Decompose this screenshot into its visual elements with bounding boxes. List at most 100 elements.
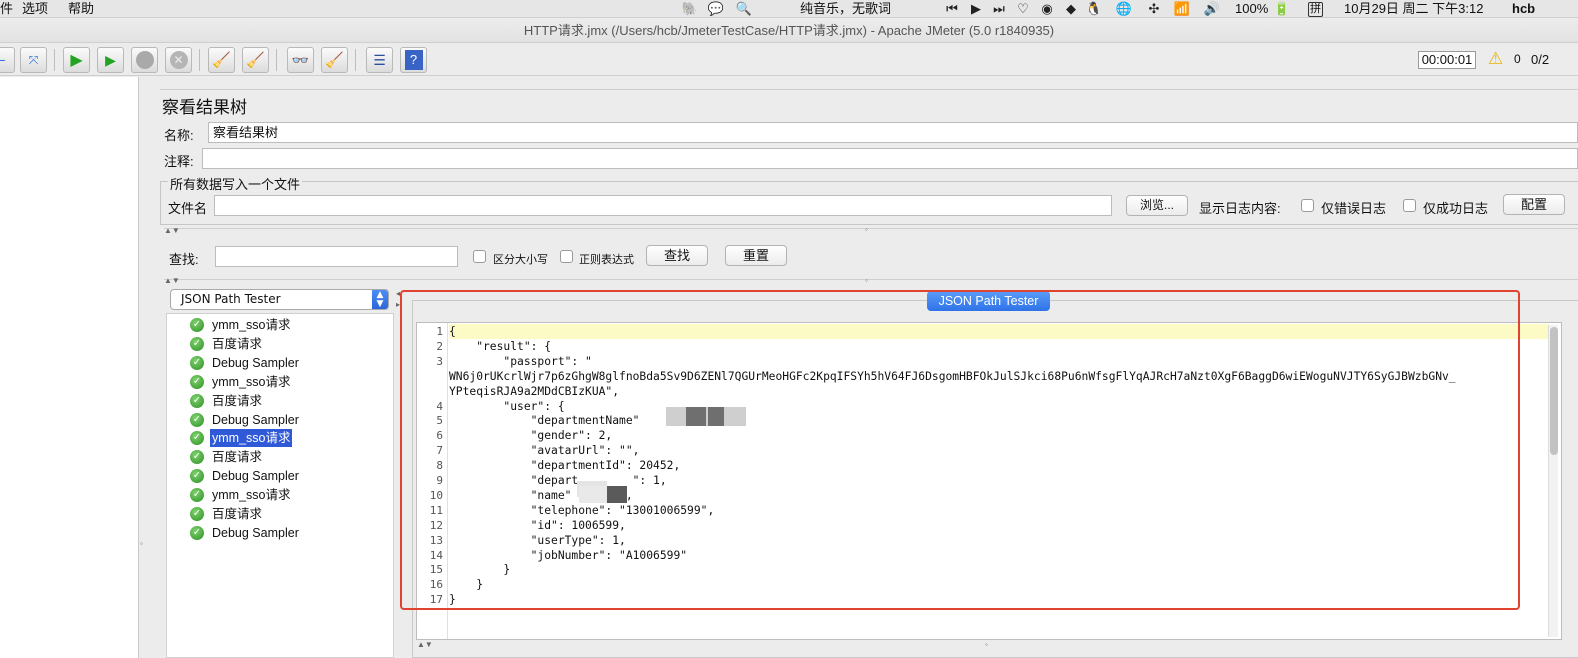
collapse-right-icon[interactable]: ▸ — [396, 300, 400, 309]
code-line: "passport": " — [449, 355, 592, 368]
scrollbar-thumb[interactable] — [1550, 327, 1558, 455]
play-icon[interactable]: ▶ — [968, 1, 984, 17]
stop-icon — [135, 51, 154, 69]
shield-app-icon[interactable]: ◆ — [1063, 1, 1079, 17]
code-line: { — [449, 325, 456, 338]
line-number: 6 — [436, 429, 443, 442]
heart-icon[interactable]: ♡ — [1015, 1, 1031, 17]
globe-icon[interactable]: 🌐 — [1116, 1, 1132, 17]
clear-all-button[interactable]: 🧹 — [242, 47, 269, 73]
name-field[interactable]: 察看结果树 — [208, 122, 1578, 143]
wifi-icon[interactable]: 📶 — [1174, 1, 1190, 17]
thread-count: 0/2 — [1531, 52, 1550, 67]
battery-icon[interactable]: 🔋 — [1271, 1, 1293, 17]
result-item-label: ymm_sso请求 — [212, 488, 291, 502]
line-number: 2 — [436, 340, 443, 353]
binoculars-icon: 👓 — [291, 51, 310, 68]
case-sensitive-checkbox[interactable] — [473, 250, 486, 263]
success-only-checkbox[interactable] — [1403, 199, 1416, 212]
errors-only-checkbox[interactable] — [1301, 199, 1314, 212]
test-plan-tree[interactable] — [0, 77, 139, 658]
tab-json-path-tester[interactable]: JSON Path Tester — [927, 291, 1050, 311]
search-button[interactable]: 👓 — [287, 47, 314, 73]
configure-button[interactable]: 配置 — [1503, 194, 1565, 215]
play-icon: ▶ — [70, 52, 83, 69]
netease-music-icon[interactable]: ◉ — [1039, 1, 1055, 17]
evernote-icon[interactable]: 🐘 — [682, 1, 698, 17]
success-shield-icon: ✓ — [190, 488, 204, 502]
search-input[interactable] — [215, 246, 458, 267]
user-name[interactable]: hcb — [1512, 0, 1535, 18]
browse-button[interactable]: 浏览... — [1126, 195, 1188, 216]
help-button[interactable]: ? — [400, 47, 427, 73]
find-button[interactable]: 查找 — [646, 245, 708, 266]
collapse-button[interactable]: − — [0, 47, 15, 73]
shutdown-button[interactable]: ✕ — [165, 47, 192, 73]
clear-button[interactable]: 🧹 — [208, 47, 235, 73]
broom-all-icon: 🧹 — [246, 52, 265, 69]
collapse-arrows-icon[interactable]: ▲▼ — [164, 226, 180, 235]
json-response-editor[interactable]: 1 2 3 4 5 6 7 8 9 10 11 12 13 14 15 16 17 { "result": { … — [416, 322, 1562, 640]
code-line: "jobNumber": "A1006599" — [449, 549, 688, 562]
collapse-arrows-icon[interactable]: ▲▼ — [417, 640, 433, 649]
editor-scrollbar[interactable] — [1548, 325, 1558, 637]
reset-button[interactable]: 重置 — [725, 245, 787, 266]
previous-track-icon[interactable]: ⏮ — [944, 1, 960, 17]
success-shield-icon: ✓ — [190, 394, 204, 408]
code-line: "gender": 2, — [449, 429, 613, 442]
result-item-label: Debug Sampler — [212, 526, 299, 540]
success-shield-icon: ✓ — [190, 431, 204, 445]
next-track-icon[interactable]: ⏭ — [991, 1, 1007, 17]
comment-field[interactable] — [202, 148, 1578, 169]
clock[interactable]: 10月29日 周二 下午3:12 — [1344, 0, 1483, 18]
menu-options[interactable]: 选项 — [22, 0, 48, 18]
warning-icon[interactable]: ⚠ — [1488, 49, 1503, 69]
divider-handle-icon[interactable]: ◦ — [985, 640, 988, 649]
stop-button[interactable] — [131, 47, 158, 73]
start-no-pauses-button[interactable]: ▶ — [97, 47, 124, 73]
line-number: 8 — [436, 459, 443, 472]
line-number: 4 — [436, 400, 443, 413]
code-line: } — [449, 563, 511, 576]
toggle-button[interactable]: ⤧ — [20, 47, 47, 73]
result-item-label: Debug Sampler — [212, 469, 299, 483]
success-only-label: 仅成功日志 — [1423, 201, 1489, 216]
menu-file[interactable]: 件 — [0, 0, 13, 18]
panel-splitter[interactable]: ◦ — [140, 77, 154, 658]
code-line: "result": { — [449, 340, 552, 353]
wechat-icon[interactable]: 💬 — [708, 1, 724, 17]
qq-icon[interactable]: 🐧 — [1086, 1, 1102, 17]
input-method-icon[interactable]: 拼 — [1308, 2, 1323, 17]
result-item-label: 百度请求 — [212, 507, 263, 521]
code-line: "telephone": "13001006599", — [449, 504, 715, 517]
regex-checkbox[interactable] — [560, 250, 573, 263]
code-line: "depart ": 1, — [449, 474, 667, 487]
collapse-arrows-icon[interactable]: ▲▼ — [164, 276, 180, 285]
divider-handle-icon[interactable]: ◦ — [865, 276, 868, 285]
network-util-icon[interactable]: ✣ — [1146, 1, 1162, 17]
select-arrows-icon: ▲ ▼ — [372, 290, 388, 309]
regex-label: 正则表达式 — [579, 254, 634, 266]
line-number: 12 — [429, 519, 443, 532]
result-item-label: Debug Sampler — [212, 356, 299, 370]
errors-only-label: 仅错误日志 — [1321, 201, 1387, 216]
start-button[interactable]: ▶ — [63, 47, 90, 73]
now-playing-text[interactable]: 纯音乐，无歌词 — [800, 0, 891, 18]
chat-search-icon[interactable]: 🔍 — [736, 1, 752, 17]
reset-search-button[interactable]: 🧹 — [321, 47, 348, 73]
divider-handle-icon[interactable]: ◦ — [865, 225, 868, 234]
success-shield-icon: ✓ — [190, 526, 204, 540]
function-helper-button[interactable]: ☰ — [366, 47, 393, 73]
filename-field[interactable] — [214, 195, 1112, 216]
code-line: WN6j0rUKcrlWjr7p6zGhgW8glfnoBda5Sv9D6ZEN… — [449, 370, 1456, 383]
list-icon: ☰ — [373, 51, 386, 68]
line-number: 15 — [429, 563, 443, 576]
broom-search-icon: 🧹 — [325, 52, 344, 69]
renderer-select[interactable]: JSON Path Tester ▲ ▼ — [170, 289, 389, 310]
menu-help[interactable]: 帮助 — [68, 0, 94, 18]
collapse-left-icon[interactable]: ◂ — [396, 289, 400, 298]
code-line: "departmentName" — [449, 414, 640, 427]
volume-icon[interactable]: 🔊 — [1204, 1, 1220, 17]
line-number: 10 — [429, 489, 443, 502]
current-line-highlight — [449, 324, 1549, 339]
